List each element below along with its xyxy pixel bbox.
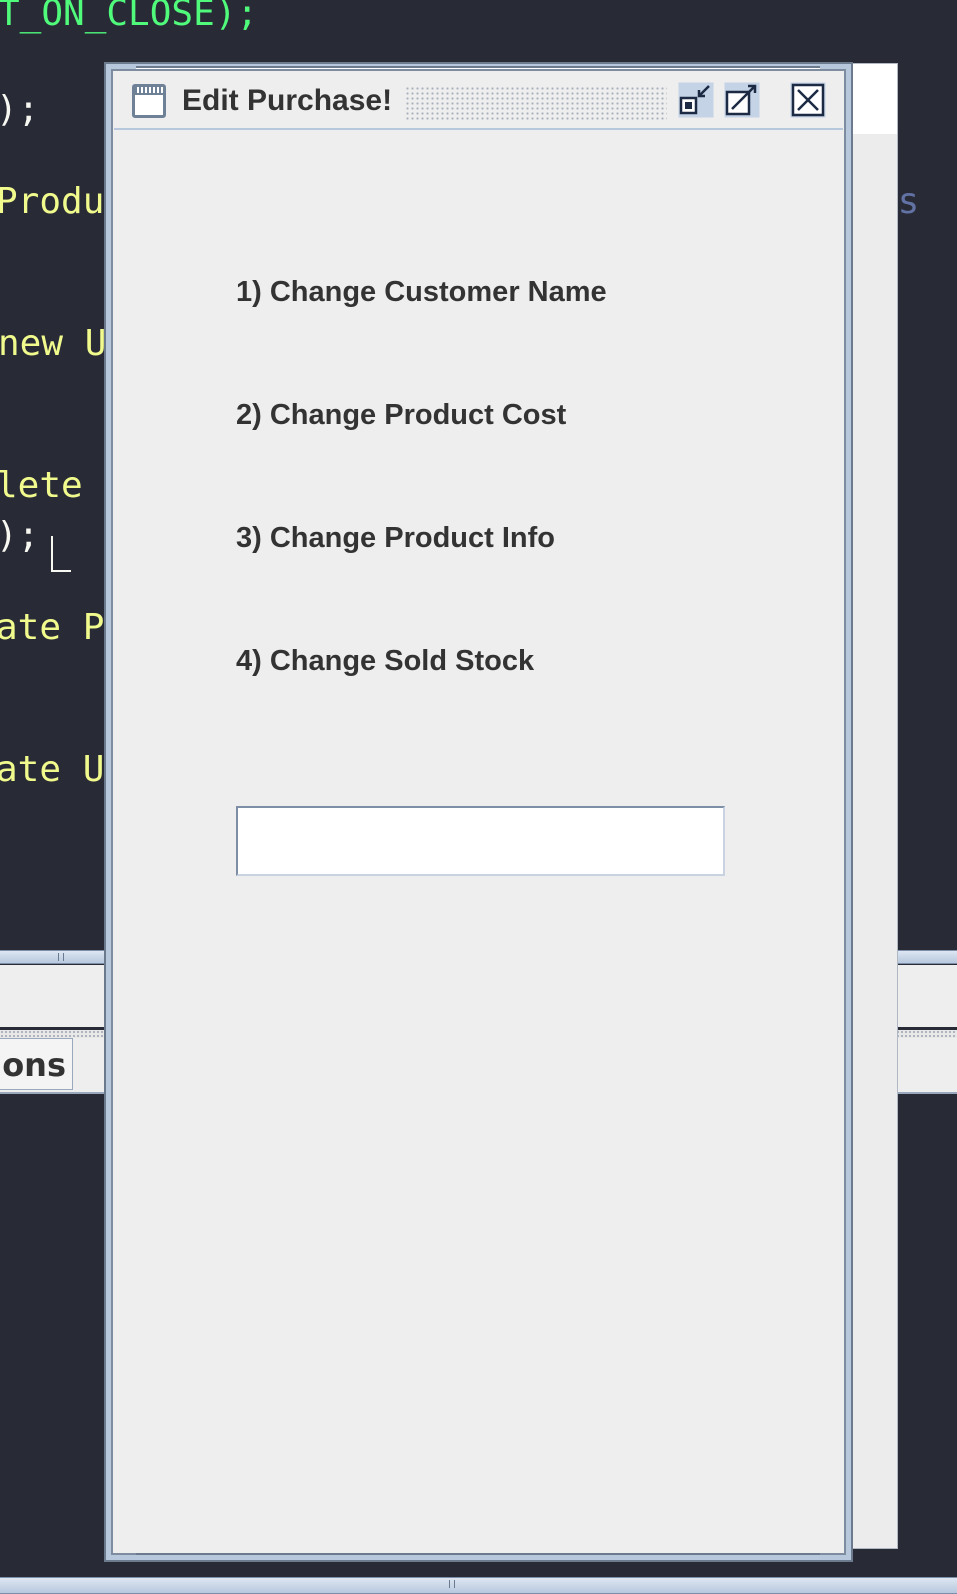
iconify-button[interactable] bbox=[678, 82, 714, 118]
bottom-splitter-bar[interactable] bbox=[0, 1577, 957, 1594]
splitter-grip[interactable] bbox=[449, 1580, 455, 1588]
dialog-title-bar[interactable]: Edit Purchase! bbox=[114, 74, 843, 130]
option-change-product-info: 3) Change Product Info bbox=[236, 522, 555, 554]
maximize-icon bbox=[724, 82, 760, 118]
option-change-product-cost: 2) Change Product Cost bbox=[236, 399, 567, 431]
option-choice-input[interactable] bbox=[236, 806, 725, 876]
iconify-icon bbox=[678, 82, 714, 118]
frame-bottom-edge bbox=[136, 1553, 820, 1557]
maximize-button[interactable] bbox=[724, 82, 760, 118]
window-icon[interactable] bbox=[132, 84, 166, 118]
option-change-sold-stock: 4) Change Sold Stock bbox=[236, 645, 535, 677]
code-line: ); bbox=[0, 515, 40, 556]
option-change-customer-name: 1) Change Customer Name bbox=[236, 276, 607, 308]
bottom-panel-tab[interactable]: ons bbox=[0, 1038, 73, 1090]
text-caret bbox=[51, 536, 71, 572]
close-button[interactable] bbox=[790, 82, 826, 118]
code-line: ); bbox=[0, 89, 40, 130]
dialog-content: 1) Change Customer Name 2) Change Produc… bbox=[114, 130, 843, 1550]
close-icon bbox=[790, 82, 826, 118]
frame-top-edge bbox=[136, 66, 820, 69]
edit-purchase-dialog[interactable]: Edit Purchase! 1) Change Customer Name 2… bbox=[104, 62, 853, 1562]
dialog-title: Edit Purchase! bbox=[182, 84, 393, 117]
title-bar-drag-grip[interactable] bbox=[405, 86, 667, 120]
code-line: T_ON_CLOSE); bbox=[0, 0, 259, 34]
splitter-grip[interactable] bbox=[58, 953, 64, 961]
